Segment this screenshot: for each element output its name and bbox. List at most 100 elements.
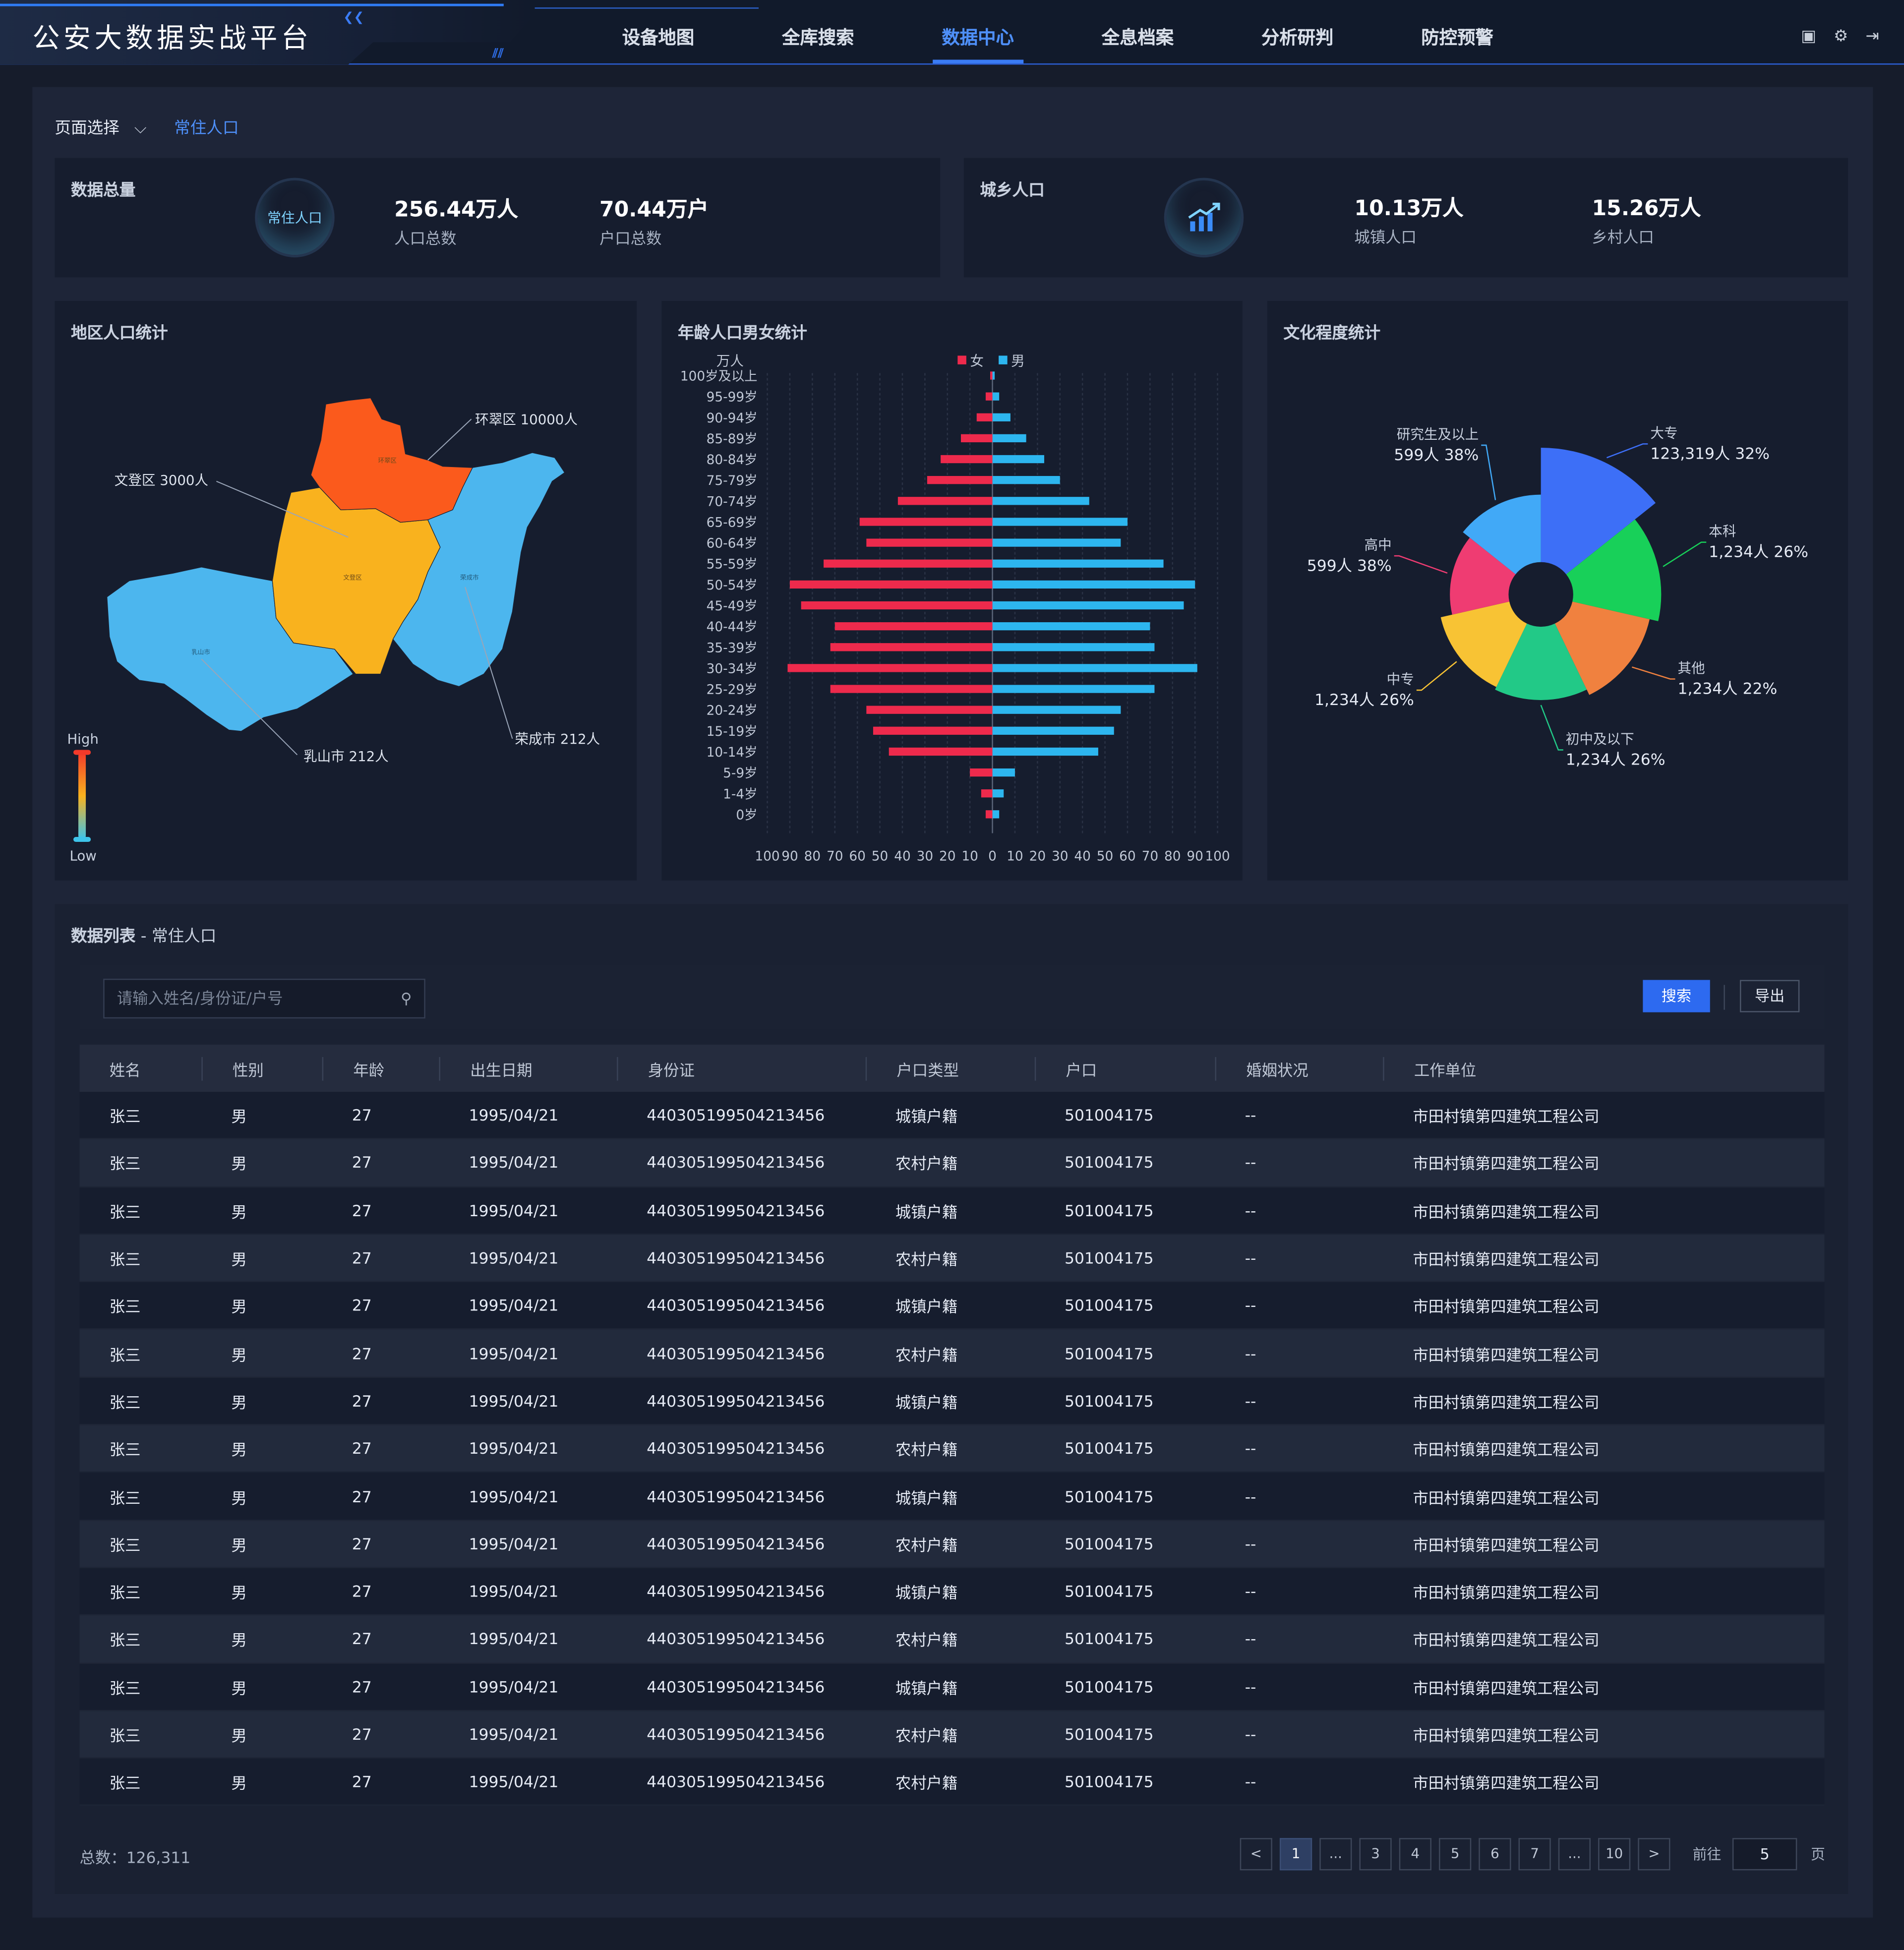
female-bar[interactable] (866, 706, 993, 714)
male-bar[interactable] (992, 392, 1000, 401)
male-bar[interactable] (992, 413, 1011, 421)
legend-handle-top[interactable] (73, 750, 91, 755)
female-bar[interactable] (970, 768, 993, 777)
nav-item-6[interactable]: 防控预警 (1377, 0, 1537, 64)
logout-icon[interactable]: ⇥ (1866, 27, 1879, 46)
legend-high: High (67, 731, 98, 747)
table-row[interactable]: 张三 男 27 1995/04/21 440305199504213456 农村户籍 501… (79, 1615, 1825, 1663)
table-row[interactable]: 张三 男 27 1995/04/21 440305199504213456 农村户籍 501… (79, 1330, 1825, 1378)
male-bar[interactable] (992, 706, 1121, 714)
page-button[interactable]: ... (1558, 1838, 1591, 1871)
male-bar[interactable] (992, 497, 1089, 505)
table-cell: 1995/04/21 (469, 1629, 559, 1649)
search-button[interactable]: 搜索 (1643, 980, 1710, 1012)
female-bar[interactable] (927, 476, 993, 484)
table-cell: -- (1245, 1486, 1256, 1506)
table-row[interactable]: 张三 男 27 1995/04/21 440305199504213456 农村户籍 501… (79, 1139, 1825, 1187)
page-button[interactable]: 5 (1438, 1838, 1472, 1871)
nav-item-2[interactable]: 全库搜索 (738, 0, 898, 64)
page-select-dropdown[interactable]: 页面选择 ⌵ (55, 115, 146, 138)
table-row[interactable]: 张三 男 27 1995/04/21 440305199504213456 城镇户籍 501… (79, 1282, 1825, 1330)
gear-icon[interactable]: ⚙ (1834, 27, 1848, 46)
male-bar[interactable] (992, 559, 1164, 568)
female-bar[interactable] (960, 434, 993, 443)
search-input[interactable]: 请输入姓名/身份证/户号 ⚲ (103, 978, 425, 1019)
page-button[interactable]: 3 (1359, 1838, 1392, 1871)
female-bar[interactable] (985, 392, 993, 401)
table-row[interactable]: 张三 男 27 1995/04/21 440305199504213456 农村户籍 501… (79, 1758, 1825, 1807)
male-bar[interactable] (992, 685, 1155, 693)
nav-item-4[interactable]: 全息档案 (1058, 0, 1217, 64)
table-cell: 张三 (109, 1107, 141, 1126)
label-huancui: 环翠区 10000人 (475, 411, 578, 427)
male-bar[interactable] (992, 601, 1184, 610)
female-bar[interactable] (889, 747, 993, 756)
page-button[interactable]: 6 (1479, 1838, 1511, 1871)
next-page-button[interactable]: > (1638, 1838, 1670, 1871)
female-bar[interactable] (990, 371, 993, 380)
goto-page-input[interactable]: 5 (1732, 1838, 1797, 1871)
male-bar[interactable] (992, 789, 1004, 798)
page-button[interactable]: 1 (1279, 1838, 1312, 1871)
male-bar[interactable] (992, 476, 1060, 484)
table-row[interactable]: 张三 男 27 1995/04/21 440305199504213456 城镇户籍 501… (79, 1663, 1825, 1711)
export-button[interactable]: 导出 (1739, 980, 1800, 1012)
female-bar[interactable] (859, 518, 993, 526)
female-bar[interactable] (824, 559, 993, 568)
male-bar[interactable] (992, 580, 1195, 589)
page-button[interactable]: 10 (1598, 1838, 1631, 1871)
nav-item-5[interactable]: 分析研判 (1218, 0, 1377, 64)
male-bar[interactable] (992, 664, 1197, 672)
clipboard-icon[interactable]: ▣ (1801, 27, 1816, 46)
prev-page-button[interactable]: < (1240, 1838, 1272, 1871)
female-bar[interactable] (787, 664, 993, 672)
table-row[interactable]: 张三 男 27 1995/04/21 440305199504213456 农村户籍 501… (79, 1235, 1825, 1283)
table-row[interactable]: 张三 男 27 1995/04/21 440305199504213456 农村户籍 501… (79, 1520, 1825, 1568)
table-cell: 市田村镇第四建筑工程公司 (1413, 1678, 1600, 1697)
nav-item-3[interactable]: 数据中心 (898, 0, 1058, 64)
male-bar[interactable] (992, 810, 1000, 819)
male-bar[interactable] (992, 622, 1150, 631)
nav-item-1[interactable]: 设备地图 (578, 0, 738, 64)
male-bar[interactable] (992, 455, 1044, 464)
page-button[interactable]: ... (1319, 1838, 1352, 1871)
legend-male[interactable]: 男 (1011, 353, 1025, 369)
female-bar[interactable] (830, 685, 993, 693)
female-bar[interactable] (985, 810, 993, 819)
female-bar[interactable] (976, 413, 993, 421)
table-row[interactable]: 张三 男 27 1995/04/21 440305199504213456 城镇户籍 501… (79, 1377, 1825, 1425)
table-row[interactable]: 张三 男 27 1995/04/21 440305199504213456 城镇户籍 501… (79, 1187, 1825, 1235)
page-button[interactable]: 7 (1518, 1838, 1551, 1871)
male-bar[interactable] (992, 747, 1098, 756)
search-icon[interactable]: ⚲ (401, 980, 412, 1017)
male-bar[interactable] (992, 518, 1128, 526)
male-bar[interactable] (992, 643, 1155, 651)
female-bar[interactable] (941, 455, 993, 464)
male-bar[interactable] (992, 538, 1121, 547)
female-bar[interactable] (981, 789, 993, 798)
legend-female[interactable]: 女 (970, 353, 984, 369)
page-button[interactable]: 4 (1399, 1838, 1431, 1871)
visual-map-bar[interactable] (78, 752, 86, 840)
female-bar[interactable] (830, 643, 993, 651)
column-header: 出生日期 (439, 1056, 617, 1080)
female-bar[interactable] (866, 538, 993, 547)
column-header: 姓名 (109, 1060, 141, 1079)
table-row[interactable]: 张三 男 27 1995/04/21 440305199504213456 农村户籍 501… (79, 1711, 1825, 1759)
age-tick-label: 40-44岁 (707, 620, 758, 635)
age-tick-label: 25-29岁 (707, 683, 758, 698)
female-bar[interactable] (801, 601, 993, 610)
table-row[interactable]: 张三 男 27 1995/04/21 440305199504213456 城镇户籍 501… (79, 1092, 1825, 1140)
male-bar[interactable] (992, 371, 995, 380)
female-bar[interactable] (873, 726, 993, 735)
legend-handle-bottom[interactable] (73, 837, 91, 842)
female-bar[interactable] (834, 622, 993, 631)
table-row[interactable]: 张三 男 27 1995/04/21 440305199504213456 农村户籍 501… (79, 1425, 1825, 1473)
male-bar[interactable] (992, 434, 1026, 443)
table-row[interactable]: 张三 男 27 1995/04/21 440305199504213456 城镇户籍 501… (79, 1473, 1825, 1521)
male-bar[interactable] (992, 726, 1114, 735)
female-bar[interactable] (789, 580, 993, 589)
female-bar[interactable] (897, 497, 993, 505)
table-row[interactable]: 张三 男 27 1995/04/21 440305199504213456 城镇户籍 501… (79, 1568, 1825, 1616)
male-bar[interactable] (992, 768, 1015, 777)
